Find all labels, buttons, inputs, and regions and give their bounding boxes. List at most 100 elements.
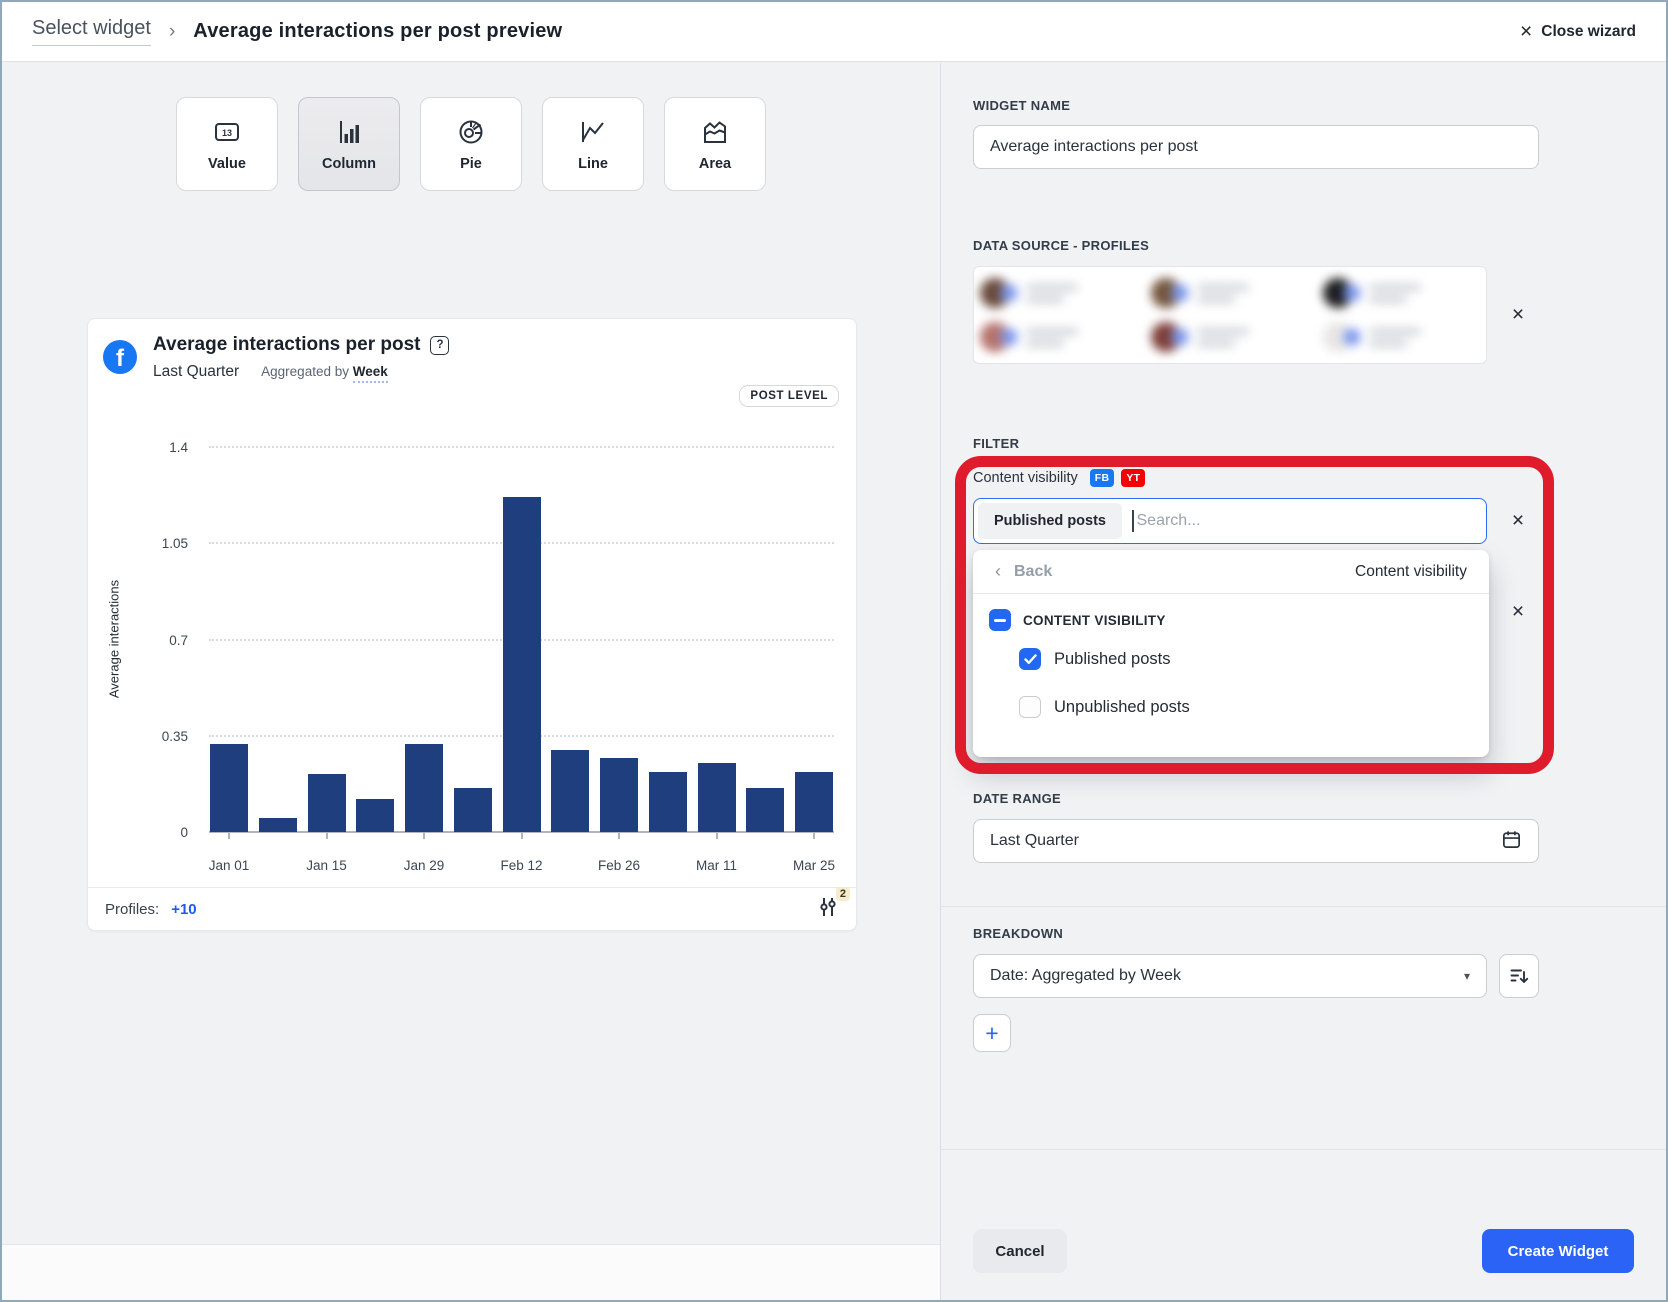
bar[interactable] xyxy=(649,772,687,833)
option-published-posts[interactable]: Published posts xyxy=(973,635,1489,683)
bar-cell: Mar 11 xyxy=(698,447,736,832)
bar[interactable] xyxy=(551,750,589,833)
blurred-profiles xyxy=(980,273,1480,357)
bar-cell: Feb 26 xyxy=(600,447,638,832)
x-tick-mark xyxy=(521,832,523,839)
add-breakdown-button[interactable]: + xyxy=(973,1014,1011,1052)
back-button[interactable]: ‹ Back xyxy=(995,561,1052,582)
preview-panel: 13 Value Column xyxy=(2,63,940,1300)
bar[interactable] xyxy=(503,497,541,833)
chart-title: Average interactions per post xyxy=(153,334,420,356)
x-tick-label: Jan 15 xyxy=(306,858,347,873)
facebook-badge: FB xyxy=(1090,469,1115,487)
post-level-badge: POST LEVEL xyxy=(739,385,839,407)
x-tick-mark xyxy=(326,832,328,839)
checkbox-unchecked[interactable] xyxy=(1019,696,1041,718)
filter-search-input[interactable]: Published posts Search... xyxy=(973,498,1487,544)
y-tick-label: 1.05 xyxy=(162,536,188,551)
bottom-strip xyxy=(2,1244,940,1300)
filter-label: FILTER xyxy=(973,436,1019,451)
area-chart-type[interactable]: Area xyxy=(664,97,766,191)
x-tick-mark xyxy=(228,832,230,839)
sort-order-button[interactable] xyxy=(1499,954,1539,998)
sort-icon xyxy=(1509,966,1529,986)
bar[interactable] xyxy=(454,788,492,832)
plus-icon: + xyxy=(985,1020,998,1047)
area-chart-icon xyxy=(700,117,730,147)
footer-divider xyxy=(941,1149,1666,1150)
profiles-more-link[interactable]: +10 xyxy=(171,901,196,918)
chart-aggregation: Aggregated by Week xyxy=(261,364,388,379)
y-tick-label: 0 xyxy=(180,825,188,840)
filter-field-header: Content visibility FB YT xyxy=(973,469,1145,487)
breadcrumb-select-widget[interactable]: Select widget xyxy=(32,17,151,46)
wizard-header: Select widget › Average interactions per… xyxy=(2,2,1666,62)
chart-filter-button[interactable]: 2 xyxy=(817,896,839,923)
option-unpublished-posts[interactable]: Unpublished posts xyxy=(973,683,1489,731)
selected-filter-chip[interactable]: Published posts xyxy=(978,503,1122,539)
aggregation-value-link[interactable]: Week xyxy=(353,364,388,383)
date-range-input[interactable]: Last Quarter xyxy=(973,819,1539,863)
section-divider xyxy=(941,906,1666,907)
x-tick-label: Jan 01 xyxy=(209,858,250,873)
avatar xyxy=(980,278,1010,308)
bar[interactable] xyxy=(308,774,346,832)
create-widget-button[interactable]: Create Widget xyxy=(1482,1229,1634,1273)
bar[interactable] xyxy=(795,772,833,833)
avatar xyxy=(980,322,1010,352)
profile-item xyxy=(1323,317,1480,357)
dropdown-title: Content visibility xyxy=(1355,563,1467,581)
profile-item xyxy=(980,317,1137,357)
avatar xyxy=(1323,278,1353,308)
value-chart-icon: 13 xyxy=(212,117,242,147)
remove-profiles-button[interactable]: × xyxy=(1503,300,1533,330)
cancel-button[interactable]: Cancel xyxy=(973,1229,1067,1273)
checkbox-checked[interactable] xyxy=(1019,648,1041,670)
widget-preview-card: f Average interactions per post ? Last Q… xyxy=(87,318,857,931)
profile-item xyxy=(1151,273,1308,313)
close-wizard-button[interactable]: × Close wizard xyxy=(1520,21,1636,42)
y-tick-label: 0.35 xyxy=(162,729,188,744)
bar[interactable] xyxy=(356,799,394,832)
dropdown-header: ‹ Back Content visibility xyxy=(973,550,1489,594)
data-source-label: DATA SOURCE - PROFILES xyxy=(973,238,1149,253)
text-cursor xyxy=(1132,510,1134,532)
bar-cell xyxy=(551,447,589,832)
bar[interactable] xyxy=(405,744,443,832)
group-checkbox-indeterminate[interactable] xyxy=(989,609,1011,631)
widget-wizard-screen: Select widget › Average interactions per… xyxy=(0,0,1668,1302)
remove-filter-row-button[interactable]: × xyxy=(1503,597,1533,627)
chart-type-column[interactable]: Column xyxy=(298,97,400,191)
facebook-icon: f xyxy=(103,340,137,374)
calendar-icon xyxy=(1501,829,1522,853)
chart-type-selector: 13 Value Column xyxy=(176,97,766,191)
chart-type-value[interactable]: 13 Value xyxy=(176,97,278,191)
content-visibility-group: CONTENT VISIBILITY xyxy=(973,594,1489,635)
widget-name-input[interactable]: Average interactions per post xyxy=(973,125,1539,169)
line-chart-icon xyxy=(578,117,608,147)
pie-chart-icon xyxy=(456,117,486,147)
youtube-badge: YT xyxy=(1121,469,1145,487)
chart-type-pie[interactable]: Pie xyxy=(420,97,522,191)
widget-name-label: WIDGET NAME xyxy=(973,98,1070,113)
avatar xyxy=(1151,322,1181,352)
bar[interactable] xyxy=(600,758,638,832)
profile-item xyxy=(980,273,1137,313)
help-icon[interactable]: ? xyxy=(430,336,449,355)
x-tick-label: Mar 25 xyxy=(793,858,835,873)
chart-type-line[interactable]: Line xyxy=(542,97,644,191)
bar[interactable] xyxy=(259,818,297,832)
profile-item xyxy=(1151,317,1308,357)
bar-cell: Mar 25 xyxy=(795,447,833,832)
bar[interactable] xyxy=(698,763,736,832)
bar[interactable] xyxy=(210,744,248,832)
profiles-source-box[interactable] xyxy=(973,266,1487,364)
profile-item xyxy=(1323,273,1480,313)
x-tick-label: Mar 11 xyxy=(696,858,737,873)
bar-cell xyxy=(649,447,687,832)
remove-filter-button[interactable]: × xyxy=(1503,506,1533,536)
chevron-right-icon: › xyxy=(169,21,175,43)
breakdown-select[interactable]: Date: Aggregated by Week ▾ xyxy=(973,954,1487,998)
bar[interactable] xyxy=(746,788,784,832)
bar-cell: Jan 29 xyxy=(405,447,443,832)
